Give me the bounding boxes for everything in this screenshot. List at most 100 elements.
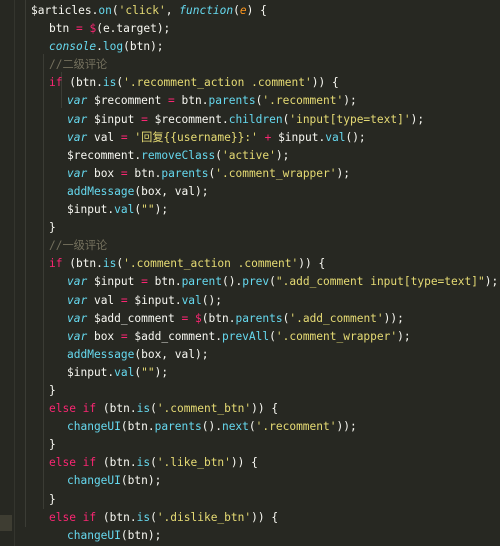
code-line[interactable]: var $input = btn.parent().prev(".add_com… [0, 273, 500, 291]
code-token-plain: $recomment [67, 148, 135, 162]
code-token-call: log [102, 40, 124, 54]
code-line[interactable]: changeUI(btn); [0, 527, 500, 545]
code-token-punc: (btn); [120, 474, 162, 488]
code-token-punc: )); [336, 420, 357, 434]
code-token-str: '回复{{username}}:' [134, 130, 258, 144]
code-line[interactable]: var val = '回复{{username}}:' + $input.val… [0, 129, 500, 147]
code-token-punc: } [49, 492, 56, 506]
code-token-punc: ); [275, 148, 290, 162]
code-line[interactable]: var $add_comment = $(btn.parents('.add_c… [0, 310, 500, 328]
code-token-punc: ( [111, 4, 119, 17]
code-token-call: addMessage [67, 347, 135, 361]
code-token-punc: (btn. [62, 76, 103, 90]
code-token-plain: val [87, 293, 121, 307]
code-line[interactable]: changeUI(btn); [0, 472, 500, 490]
code-token-plain: $recomment [147, 112, 222, 126]
code-token-plain: $input [67, 203, 108, 217]
code-token-call: is [136, 510, 151, 524]
code-token-punc: (); [345, 130, 366, 144]
code-line[interactable]: btn = $(e.target); [0, 20, 500, 38]
code-token-call: val [325, 130, 346, 144]
code-token-plain: btn [127, 166, 155, 180]
code-token-punc: (box, val); [134, 184, 209, 198]
code-token-str: '.comment_btn' [156, 402, 252, 416]
code-token-plain: $add_comment [127, 329, 216, 343]
code-line[interactable]: //一级评论 [0, 237, 500, 255]
code-line[interactable]: } [0, 491, 500, 509]
code-token-str: '.comment_wrapper' [275, 329, 398, 343]
code-line[interactable]: } [0, 436, 500, 454]
code-token-fn: var [67, 293, 88, 307]
code-token-call: parents [161, 166, 209, 180]
code-token-plain: val [87, 130, 121, 144]
code-token-punc: . [201, 94, 209, 108]
code-token-call: prevAll [221, 329, 270, 343]
code-editor-screen: $articles.on('click', function(e) {btn =… [0, 0, 500, 546]
code-line[interactable]: var $recomment = btn.parents('.recomment… [0, 92, 500, 110]
code-line[interactable]: $articles.on('click', function(e) { [0, 2, 500, 20]
code-line[interactable]: addMessage(box, val); [0, 346, 500, 364]
code-token-param: e [239, 4, 247, 17]
code-token-punc: . [174, 293, 182, 307]
code-token-punc: ); [397, 329, 411, 343]
code-token-call: parents [208, 94, 256, 108]
code-token-punc: (btn); [123, 40, 164, 54]
code-token-call: parents [154, 420, 202, 434]
code-token-punc: ); [343, 94, 357, 108]
code-token-punc: ); [154, 365, 169, 379]
code-token-str: "" [141, 203, 155, 217]
code-line[interactable]: var box = btn.parents('.comment_wrapper'… [0, 165, 500, 183]
code-token-str: 'active' [221, 148, 276, 162]
code-token-punc: ( [150, 510, 157, 524]
code-token-call: addMessage [67, 184, 135, 198]
code-token-str: "" [141, 365, 155, 379]
code-token-plain: $input [87, 275, 142, 289]
code-token-punc: )) { [311, 76, 339, 90]
code-line[interactable]: changeUI(btn.parents().next('.recomment'… [0, 418, 500, 436]
code-token-punc: ); [410, 112, 425, 126]
code-token-fn: var [67, 112, 88, 126]
code-token-punc: (); [201, 293, 222, 307]
code-line[interactable]: var box = $add_comment.prevAll('.comment… [0, 328, 500, 346]
code-line[interactable]: $input.val(""); [0, 364, 500, 382]
code-line[interactable]: var $input = $recomment.children('input[… [0, 111, 500, 129]
code-token-str: '.recomment' [255, 420, 337, 434]
code-line[interactable]: $recomment.removeClass('active'); [0, 147, 500, 165]
code-token-call: on [98, 4, 112, 17]
code-line[interactable]: else if (btn.is('.dislike_btn')) { [0, 509, 500, 527]
code-line[interactable]: if (btn.is('.comment_action .comment')) … [0, 255, 500, 273]
code-token-fn: var [67, 311, 88, 325]
code-token-call: changeUI [67, 420, 121, 434]
code-token-plain: btn [147, 275, 175, 289]
code-token-call: is [102, 76, 117, 90]
code-line[interactable]: console.log(btn); [0, 38, 500, 56]
code-token-punc: ( [269, 275, 276, 289]
code-token-call: changeUI [67, 474, 121, 488]
code-line[interactable]: $input.val(""); [0, 201, 500, 219]
code-token-comment: //二级评论 [49, 58, 108, 72]
code-line[interactable]: else if (btn.is('.like_btn')) { [0, 454, 500, 472]
code-token-punc: ( [233, 4, 240, 17]
code-token-kw: = [75, 22, 83, 36]
code-line[interactable]: if (btn.is('.recomment_action .comment')… [0, 74, 500, 92]
code-token-kw: if [49, 76, 63, 90]
code-line[interactable]: var val = $input.val(); [0, 292, 500, 310]
code-token-punc: . [174, 275, 182, 289]
code-token-str: '.recomment_action .comment' [123, 76, 312, 90]
code-token-str: '.dislike_btn' [156, 510, 252, 524]
code-token-str: '.add_comment' [289, 311, 384, 325]
code-line[interactable]: addMessage(box, val); [0, 183, 500, 201]
code-line[interactable]: else if (btn.is('.comment_btn')) { [0, 400, 500, 418]
code-token-call: is [136, 402, 151, 416]
code-token-call: removeClass [141, 148, 216, 162]
code-line[interactable]: } [0, 382, 500, 400]
code-content[interactable]: $articles.on('click', function(e) {btn =… [0, 0, 500, 546]
code-token-comment: //一级评论 [49, 239, 108, 253]
code-token-punc: )); [383, 311, 404, 325]
code-token-str: ".add_comment input[type=text]" [275, 275, 485, 289]
code-line[interactable]: } [0, 219, 500, 237]
code-token-punc: )) { [251, 402, 279, 416]
code-token-punc: (btn. [96, 402, 137, 416]
code-line[interactable]: //二级评论 [0, 56, 500, 74]
